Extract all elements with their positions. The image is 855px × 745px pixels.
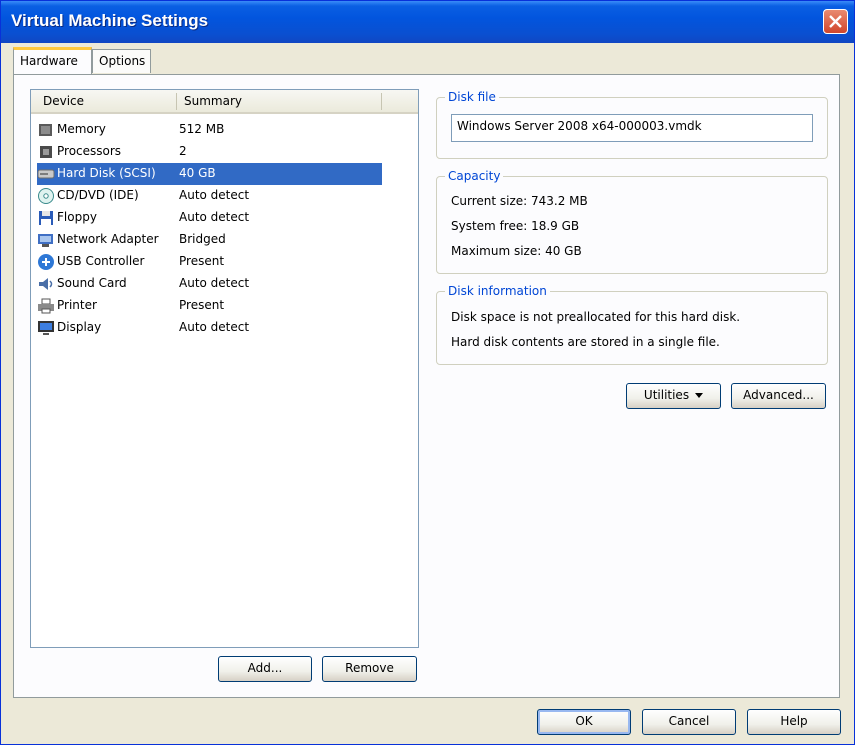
- device-summary: Auto detect: [179, 210, 250, 224]
- device-summary: Bridged: [179, 232, 226, 246]
- title-bar[interactable]: Virtual Machine Settings: [1, 1, 854, 43]
- current-size-text: Current size: 743.2 MB: [451, 194, 588, 208]
- floppy-icon: [39, 211, 53, 225]
- add-device-button[interactable]: Add...: [218, 656, 312, 682]
- device-summary: Auto detect: [179, 188, 250, 202]
- cancel-button[interactable]: Cancel: [642, 709, 736, 735]
- device-summary: Auto detect: [179, 276, 250, 290]
- device-name: Display: [57, 320, 102, 334]
- advanced-button[interactable]: Advanced...: [731, 383, 826, 409]
- cd-dvd-icon: [38, 188, 54, 204]
- utilities-label: Utilities: [643, 388, 690, 402]
- tab-options[interactable]: Options: [92, 49, 151, 73]
- disk-file-legend: Disk file: [445, 90, 499, 104]
- device-row-memory[interactable]: Memory 512 MB: [37, 119, 382, 141]
- system-free-text: System free: 18.9 GB: [451, 219, 580, 233]
- device-summary: Auto detect: [179, 320, 250, 334]
- disk-info-line-2: Hard disk contents are stored in a singl…: [451, 335, 720, 349]
- close-icon: [829, 15, 842, 28]
- utilities-dropdown-button[interactable]: Utilities: [626, 383, 721, 409]
- device-summary: Present: [179, 254, 225, 268]
- device-name: Floppy: [57, 210, 97, 224]
- device-row-usb-controller[interactable]: USB Controller Present: [37, 251, 382, 273]
- device-row-hard-disk[interactable]: Hard Disk (SCSI) 40 GB: [37, 163, 382, 185]
- disk-file-field[interactable]: Windows Server 2008 x64-000003.vmdk: [451, 114, 813, 142]
- ok-button[interactable]: OK: [537, 709, 631, 735]
- device-summary: 2: [179, 144, 187, 158]
- device-row-floppy[interactable]: Floppy Auto detect: [37, 207, 382, 229]
- device-name: CD/DVD (IDE): [57, 188, 139, 202]
- capacity-group: Capacity Current size: 743.2 MB System f…: [436, 169, 828, 274]
- device-row-network-adapter[interactable]: Network Adapter Bridged: [37, 229, 382, 251]
- device-name: Network Adapter: [57, 232, 159, 246]
- close-button[interactable]: [823, 9, 848, 34]
- help-button[interactable]: Help: [747, 709, 841, 735]
- device-row-printer[interactable]: Printer Present: [37, 295, 382, 317]
- column-divider[interactable]: [381, 93, 382, 110]
- device-row-cd-dvd[interactable]: CD/DVD (IDE) Auto detect: [37, 185, 382, 207]
- maximum-size-text: Maximum size: 40 GB: [451, 244, 582, 258]
- chevron-down-icon: [695, 393, 704, 398]
- window-title: Virtual Machine Settings: [11, 11, 209, 30]
- device-list-header: Device Summary: [31, 90, 418, 114]
- summary-column-header[interactable]: Summary: [184, 94, 242, 108]
- hard-disk-icon: [37, 169, 55, 179]
- disk-file-group: Disk file Windows Server 2008 x64-000003…: [436, 90, 828, 159]
- device-name: Sound Card: [57, 276, 127, 290]
- display-icon: [38, 321, 54, 335]
- device-summary: 40 GB: [179, 166, 216, 180]
- device-name: Memory: [57, 122, 106, 136]
- hardware-tab-panel: Device Summary Memory 512 MB Processors …: [13, 74, 840, 698]
- memory-icon: [39, 124, 52, 136]
- remove-device-button[interactable]: Remove: [322, 656, 417, 682]
- network-adapter-icon: [38, 234, 53, 247]
- sound-card-icon: [39, 278, 53, 290]
- disk-info-line-1: Disk space is not preallocated for this …: [451, 310, 741, 324]
- printer-icon: [38, 298, 54, 314]
- device-row-display[interactable]: Display Auto detect: [37, 317, 382, 339]
- device-name: Hard Disk (SCSI): [57, 166, 156, 180]
- device-name: Processors: [57, 144, 122, 158]
- capacity-legend: Capacity: [445, 169, 504, 183]
- device-name: USB Controller: [57, 254, 145, 268]
- disk-information-group: Disk information Disk space is not preal…: [436, 284, 828, 365]
- usb-icon: [38, 254, 54, 270]
- device-column-header[interactable]: Device: [43, 94, 84, 108]
- device-row-sound-card[interactable]: Sound Card Auto detect: [37, 273, 382, 295]
- virtual-machine-settings-window: Virtual Machine Settings Hardware Option…: [0, 0, 855, 745]
- device-name: Printer: [57, 298, 97, 312]
- column-divider[interactable]: [176, 93, 177, 110]
- tab-hardware[interactable]: Hardware: [13, 47, 92, 74]
- processor-icon: [40, 146, 52, 158]
- device-row-processors[interactable]: Processors 2: [37, 141, 382, 163]
- device-summary: 512 MB: [179, 122, 225, 136]
- device-summary: Present: [179, 298, 225, 312]
- disk-information-legend: Disk information: [445, 284, 550, 298]
- device-list[interactable]: Device Summary Memory 512 MB Processors …: [30, 89, 419, 648]
